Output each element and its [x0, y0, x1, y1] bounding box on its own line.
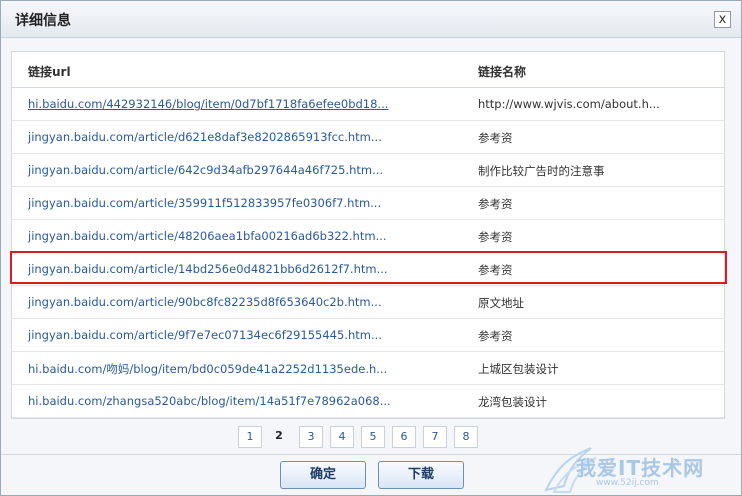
- table-row: jingyan.baidu.com/article/9f7e7ec07134ec…: [12, 319, 724, 352]
- row-name: 参考资: [478, 131, 513, 145]
- dialog-footer: 确定 下载: [1, 454, 741, 496]
- links-table: 链接url 链接名称 hi.baidu.com/442932146/blog/i…: [11, 51, 725, 419]
- details-dialog: 详细信息 x 链接url 链接名称 hi.baidu.com/442932146…: [0, 0, 742, 496]
- table-row: jingyan.baidu.com/article/642c9d34afb297…: [12, 154, 724, 187]
- row-name: 制作比较广告时的注意事: [478, 164, 605, 178]
- column-header-name: 链接名称: [478, 65, 527, 79]
- row-url-link[interactable]: jingyan.baidu.com/article/9f7e7ec07134ec…: [28, 328, 382, 342]
- page-link-1[interactable]: 1: [238, 426, 262, 448]
- table-row-highlighted: jingyan.baidu.com/article/14bd256e0d4821…: [12, 253, 724, 286]
- table-row: jingyan.baidu.com/article/48206aea1bfa00…: [12, 220, 724, 253]
- dialog-titlebar: 详细信息 x: [1, 1, 741, 38]
- row-name: http://www.wjvis.com/about.h...: [478, 97, 660, 111]
- page-current-2: 2: [275, 429, 283, 442]
- page-link-4[interactable]: 4: [330, 426, 354, 448]
- row-url-link[interactable]: hi.baidu.com/442932146/blog/item/0d7bf17…: [28, 97, 388, 111]
- page-link-6[interactable]: 6: [392, 426, 416, 448]
- page-link-3[interactable]: 3: [299, 426, 323, 448]
- page-link-8[interactable]: 8: [454, 426, 478, 448]
- column-header-url: 链接url: [28, 65, 71, 79]
- close-icon[interactable]: x: [714, 11, 731, 28]
- table-row: hi.baidu.com/吻妈/blog/item/bd0c059de41a22…: [12, 352, 724, 385]
- row-name: 原文地址: [478, 296, 524, 310]
- row-url-link[interactable]: jingyan.baidu.com/article/90bc8fc82235d8…: [28, 295, 382, 309]
- dialog-title: 详细信息: [15, 13, 71, 29]
- row-url-link[interactable]: jingyan.baidu.com/article/359911f5128339…: [28, 196, 381, 210]
- row-url-link[interactable]: jingyan.baidu.com/article/48206aea1bfa00…: [28, 229, 387, 243]
- row-name: 龙湾包装设计: [478, 395, 547, 409]
- table-header: 链接url 链接名称: [12, 52, 724, 88]
- confirm-button[interactable]: 确定: [280, 461, 366, 489]
- table-row: jingyan.baidu.com/article/d621e8daf3e820…: [12, 121, 724, 154]
- page-link-5[interactable]: 5: [361, 426, 385, 448]
- row-name: 参考资: [478, 230, 513, 244]
- table-row: hi.baidu.com/442932146/blog/item/0d7bf17…: [12, 88, 724, 121]
- table-row: hi.baidu.com/zhangsa520abc/blog/item/14a…: [12, 385, 724, 418]
- row-url-link[interactable]: jingyan.baidu.com/article/642c9d34afb297…: [28, 163, 383, 177]
- page-link-7[interactable]: 7: [423, 426, 447, 448]
- row-name: 参考资: [478, 263, 513, 277]
- row-name: 上城区包装设计: [478, 362, 559, 376]
- download-button[interactable]: 下载: [378, 461, 464, 489]
- row-url-link[interactable]: hi.baidu.com/zhangsa520abc/blog/item/14a…: [28, 394, 391, 408]
- table-row: jingyan.baidu.com/article/359911f5128339…: [12, 187, 724, 220]
- row-name: 参考资: [478, 197, 513, 211]
- row-name: 参考资: [478, 329, 513, 343]
- row-url-link[interactable]: hi.baidu.com/吻妈/blog/item/bd0c059de41a22…: [28, 361, 387, 377]
- row-url-link[interactable]: jingyan.baidu.com/article/d621e8daf3e820…: [28, 130, 382, 144]
- table-row: jingyan.baidu.com/article/90bc8fc82235d8…: [12, 286, 724, 319]
- row-url-link[interactable]: jingyan.baidu.com/article/14bd256e0d4821…: [28, 262, 388, 276]
